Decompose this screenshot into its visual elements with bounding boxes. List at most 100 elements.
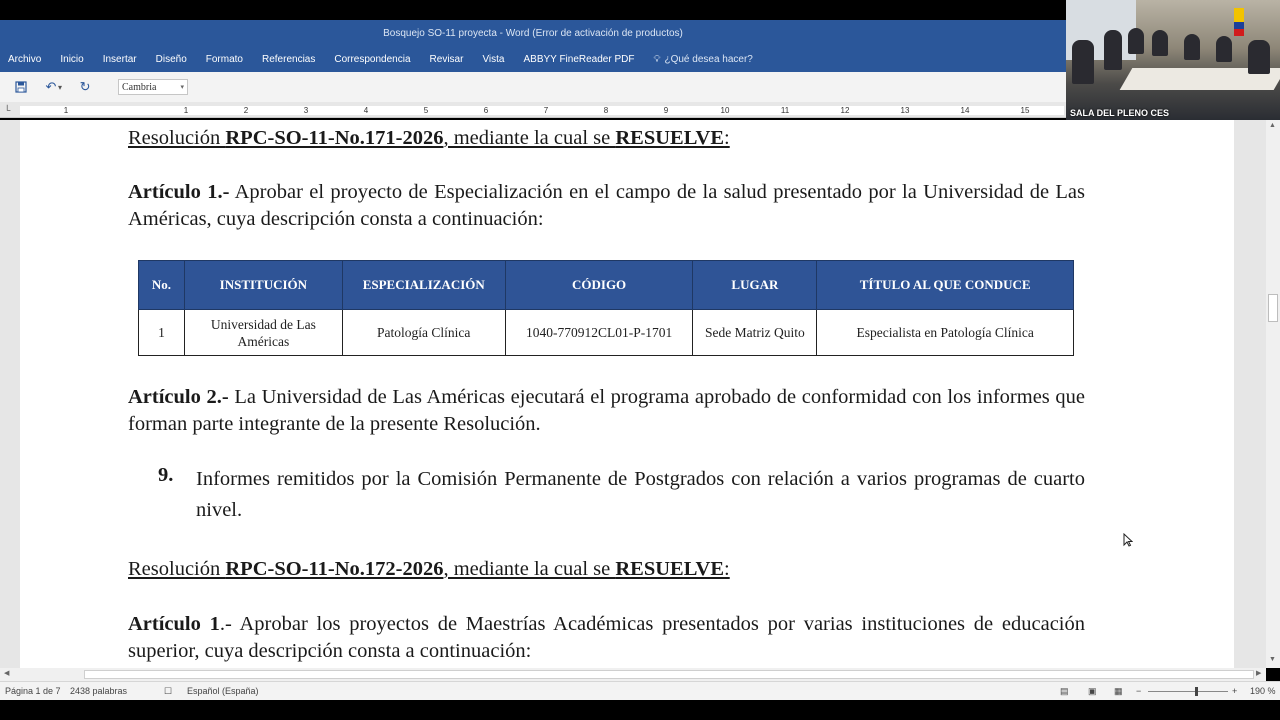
- ruler-number: 11: [780, 106, 790, 115]
- language-indicator[interactable]: Español (España): [187, 686, 259, 696]
- tab-correspondencia[interactable]: Correspondencia: [334, 54, 410, 65]
- page-count[interactable]: Página 1 de 7: [5, 686, 61, 696]
- title-bar: Bosquejo SO-11 proyecta - Word (Error de…: [0, 20, 1066, 46]
- tab-abbyy[interactable]: ABBYY FineReader PDF: [524, 54, 635, 65]
- proofing-icon[interactable]: ☐: [164, 686, 172, 697]
- zoom-slider-thumb[interactable]: [1195, 687, 1198, 696]
- quick-access-toolbar: ↶ ▾ ↻ Cambria ▾: [0, 72, 1066, 102]
- resolution-heading-171: Resolución RPC-SO-11-No.171-2026, median…: [128, 125, 1085, 152]
- ruler-number: 4: [363, 106, 369, 115]
- horizontal-scrollbar[interactable]: ◀ ▶: [0, 668, 1266, 681]
- ruler-number: 10: [720, 106, 730, 115]
- resolution-code: RPC-SO-11-No.171-2026: [225, 127, 444, 149]
- ruler-number: 3: [303, 106, 309, 115]
- ruler-number: 8: [603, 106, 609, 115]
- resolution-heading-172: Resolución RPC-SO-11-No.172-2026, median…: [128, 556, 1085, 583]
- article-1-paragraph: Artículo 1.- Aprobar el proyecto de Espe…: [128, 179, 1085, 233]
- ruler-number: 1: [183, 106, 189, 115]
- tab-vista[interactable]: Vista: [482, 54, 504, 65]
- resolution-verb: RESUELVE: [615, 127, 725, 149]
- scroll-right-icon[interactable]: ▶: [1256, 669, 1261, 677]
- zoom-level[interactable]: 190 %: [1250, 686, 1276, 696]
- tab-selector-icon[interactable]: └: [4, 105, 10, 115]
- specialization-table: No. INSTITUCIÓN ESPECIALIZACIÓN CÓDIGO L…: [138, 260, 1074, 356]
- document-workspace: Resolución RPC-SO-11-No.171-2026, median…: [0, 120, 1266, 668]
- horizontal-ruler[interactable]: └ 1 1 2 3 4 5 6 7 8 9 10 11 12 13 14 15: [0, 102, 1066, 118]
- read-mode-icon[interactable]: ▤: [1060, 686, 1069, 697]
- font-name-value: Cambria: [122, 81, 157, 93]
- scroll-down-icon[interactable]: ▼: [1269, 656, 1276, 663]
- tab-revisar[interactable]: Revisar: [430, 54, 464, 65]
- resolution-colon: :: [724, 558, 730, 580]
- tab-inicio[interactable]: Inicio: [60, 54, 83, 65]
- webcam-person: [1248, 40, 1270, 74]
- ruler-number: 12: [840, 106, 850, 115]
- webcam-person: [1184, 34, 1200, 60]
- tab-archivo[interactable]: Archivo: [8, 54, 41, 65]
- lightbulb-icon: 💡︎: [653, 53, 661, 65]
- table-header-cell: No.: [138, 260, 185, 310]
- status-bar: Página 1 de 7 2438 palabras ☐ Español (E…: [0, 681, 1280, 700]
- ruler-number: 2: [243, 106, 249, 115]
- vertical-scrollbar[interactable]: ▲ ▼: [1266, 120, 1280, 668]
- zoom-in-icon[interactable]: +: [1232, 686, 1237, 696]
- article-label: Artículo 1: [128, 613, 220, 635]
- article-1-masters-paragraph: Artículo 1.- Aprobar los proyectos de Ma…: [128, 611, 1085, 665]
- web-layout-icon[interactable]: ▦: [1114, 686, 1123, 697]
- webcam-person: [1072, 40, 1094, 84]
- ruler-number: 5: [423, 106, 429, 115]
- table-header-cell: INSTITUCIÓN: [183, 260, 343, 310]
- table-header-cell: LUGAR: [692, 260, 818, 310]
- ruler-number: 1: [63, 106, 69, 115]
- table-cell: Patología Clínica: [341, 309, 506, 356]
- table-cell: Especialista en Patología Clínica: [816, 309, 1074, 356]
- ruler-number: 9: [663, 106, 669, 115]
- window-title: Bosquejo SO-11 proyecta - Word (Error de…: [383, 27, 683, 39]
- webcam-person: [1216, 36, 1232, 62]
- scroll-up-icon[interactable]: ▲: [1269, 122, 1276, 129]
- undo-dropdown-icon[interactable]: ▾: [58, 83, 62, 92]
- save-icon[interactable]: [10, 77, 32, 97]
- table-cell: 1: [138, 309, 185, 356]
- table-row: 1 Universidad de Las Américas Patología …: [138, 309, 1074, 356]
- webcam-label: SALA DEL PLENO CES: [1070, 108, 1170, 118]
- table-header-cell: CÓDIGO: [504, 260, 694, 310]
- list-item-text: Informes remitidos por la Comisión Perma…: [196, 468, 1085, 521]
- resolution-prefix: Resolución: [128, 558, 226, 580]
- document-page[interactable]: Resolución RPC-SO-11-No.171-2026, median…: [20, 120, 1234, 668]
- article-text: La Universidad de Las Américas ejecutará…: [128, 386, 1085, 435]
- mouse-cursor-icon: [1123, 532, 1134, 550]
- zoom-slider[interactable]: [1148, 691, 1228, 692]
- screen-bottom-bar: [0, 700, 1280, 720]
- word-count[interactable]: 2438 palabras: [70, 686, 127, 696]
- tell-me-search[interactable]: 💡︎ ¿Qué desea hacer?: [653, 54, 752, 65]
- ruler-number: 13: [900, 106, 910, 115]
- article-text: .- Aprobar los proyectos de Maestrías Ac…: [128, 613, 1086, 662]
- table-header-cell: ESPECIALIZACIÓN: [341, 260, 506, 310]
- tab-referencias[interactable]: Referencias: [262, 54, 315, 65]
- resolution-verb: RESUELVE: [615, 558, 725, 580]
- tab-formato[interactable]: Formato: [206, 54, 243, 65]
- tab-insertar[interactable]: Insertar: [103, 54, 137, 65]
- table-cell: 1040-770912CL01-P-1701: [504, 309, 694, 356]
- tab-diseno[interactable]: Diseño: [156, 54, 187, 65]
- ribbon-tabs: Archivo Inicio Insertar Diseño Formato R…: [0, 46, 1066, 72]
- article-text: Aprobar el proyecto de Especialización e…: [128, 181, 1085, 230]
- scroll-left-icon[interactable]: ◀: [4, 669, 9, 677]
- font-name-box[interactable]: Cambria ▾: [118, 79, 189, 95]
- ruler-number: 14: [960, 106, 970, 115]
- print-layout-icon[interactable]: ▣: [1088, 686, 1097, 697]
- resolution-colon: :: [724, 127, 730, 149]
- table-cell: Sede Matriz Quito: [692, 309, 818, 356]
- webcam-video: SALA DEL PLENO CES: [1066, 0, 1280, 120]
- redo-icon[interactable]: ↻: [74, 77, 96, 97]
- tell-me-text: ¿Qué desea hacer?: [664, 53, 753, 65]
- table-header-cell: TÍTULO AL QUE CONDUCE: [816, 260, 1074, 310]
- ruler-number: 7: [543, 106, 549, 115]
- webcam-person: [1104, 30, 1122, 70]
- webcam-person: [1152, 30, 1168, 56]
- vertical-scroll-thumb[interactable]: [1268, 294, 1278, 322]
- ruler-number: 6: [483, 106, 489, 115]
- zoom-out-icon[interactable]: −: [1136, 686, 1141, 696]
- horizontal-scroll-thumb[interactable]: [84, 670, 1254, 679]
